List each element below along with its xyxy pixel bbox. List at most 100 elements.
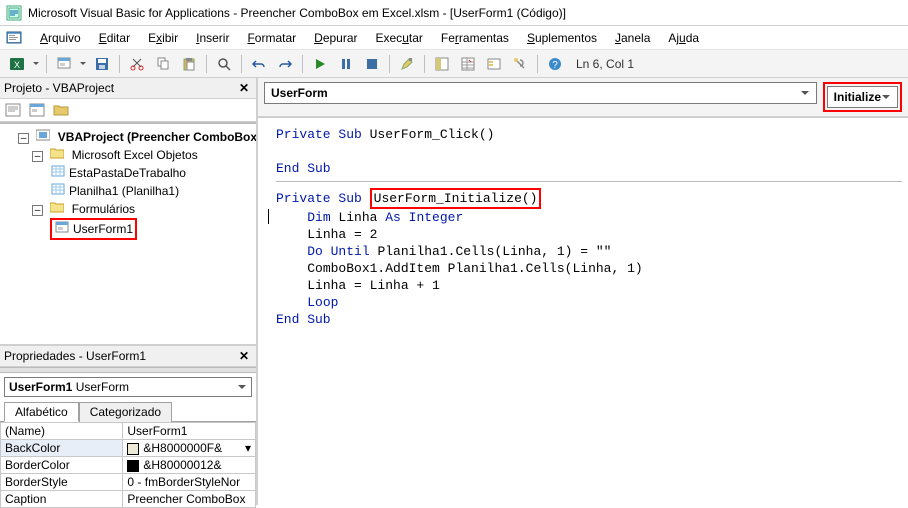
tree-collapse-icon[interactable]: –	[32, 151, 43, 162]
close-icon[interactable]: ✕	[236, 348, 252, 364]
properties-panel-title: Propriedades - UserForm1 ✕	[0, 346, 256, 367]
toolbar-separator	[537, 55, 538, 73]
main-toolbar: X ? Ln 6, Col 1	[0, 50, 908, 78]
menu-formatar[interactable]: Formatar	[239, 29, 304, 47]
folder-icon	[49, 200, 65, 214]
object-combo-value: UserForm	[271, 86, 328, 100]
prop-row: BorderColor&H80000012&	[1, 457, 256, 474]
tree-group-forms[interactable]: Formulários	[72, 202, 135, 216]
project-panel-title: Projeto - VBAProject ✕	[0, 78, 256, 99]
left-column: Projeto - VBAProject ✕ – VBAProject (Pre…	[0, 78, 258, 505]
title-bar: Microsoft Visual Basic for Applications …	[0, 0, 908, 26]
prop-key[interactable]: BorderColor	[1, 457, 123, 474]
design-mode-icon[interactable]	[396, 53, 418, 75]
menu-inserir[interactable]: Inserir	[188, 29, 237, 47]
cursor-position: Ln 6, Col 1	[576, 57, 634, 71]
properties-panel: Propriedades - UserForm1 ✕ UserForm1 Use…	[0, 344, 256, 508]
project-tree[interactable]: – VBAProject (Preencher ComboBox – Micro…	[0, 124, 256, 344]
menu-arquivo[interactable]: Arquivo	[32, 29, 89, 47]
help-icon[interactable]: ?	[544, 53, 566, 75]
toolbar-separator	[241, 55, 242, 73]
run-icon[interactable]	[309, 53, 331, 75]
menu-bar: Arquivo Editar Exibir Inserir Formatar D…	[0, 26, 908, 50]
close-icon[interactable]: ✕	[236, 80, 252, 96]
menu-ajuda[interactable]: Ajuda	[660, 29, 707, 47]
tree-item-sheet[interactable]: Planilha1 (Planilha1)	[69, 184, 179, 198]
userform-icon	[54, 220, 70, 234]
prop-value[interactable]: &H8000000F& ▾	[123, 440, 256, 457]
object-combo[interactable]: UserForm	[264, 82, 817, 104]
toolbar-separator	[302, 55, 303, 73]
prop-value[interactable]: &H80000012&	[123, 457, 256, 474]
reset-icon[interactable]	[361, 53, 383, 75]
window-title: Microsoft Visual Basic for Applications …	[28, 6, 566, 20]
view-object-icon[interactable]	[26, 99, 48, 121]
color-swatch	[127, 443, 139, 455]
toggle-folders-icon[interactable]	[50, 99, 72, 121]
properties-panel-label: Propriedades - UserForm1	[4, 349, 146, 363]
undo-icon[interactable]	[248, 53, 270, 75]
menu-janela[interactable]: Janela	[607, 29, 658, 47]
save-icon[interactable]	[91, 53, 113, 75]
tree-collapse-icon[interactable]: –	[18, 133, 29, 144]
highlight-box: UserForm1	[50, 218, 137, 240]
code-pane: UserForm Initialize Private Sub UserForm…	[258, 78, 908, 505]
tree-collapse-icon[interactable]: –	[32, 205, 43, 216]
menu-suplementos[interactable]: Suplementos	[519, 29, 605, 47]
view-code-icon[interactable]	[2, 99, 24, 121]
toolbar-separator	[424, 55, 425, 73]
chevron-down-icon	[881, 92, 891, 102]
properties-grid[interactable]: (Name)UserForm1 BackColor&H8000000F& ▾ B…	[0, 422, 256, 508]
vba-app-icon	[6, 5, 22, 21]
system-menu-icon[interactable]	[6, 30, 22, 46]
menu-depurar[interactable]: Depurar	[306, 29, 365, 47]
project-explorer-icon[interactable]	[431, 53, 453, 75]
properties-object-combo[interactable]: UserForm1 UserForm	[4, 377, 252, 397]
project-panel-label: Projeto - VBAProject	[4, 81, 114, 95]
tab-categorized[interactable]: Categorizado	[79, 402, 172, 422]
prop-row: BorderStyle0 - fmBorderStyleNor	[1, 474, 256, 491]
cut-icon[interactable]	[126, 53, 148, 75]
prop-key[interactable]: BorderStyle	[1, 474, 123, 491]
break-icon[interactable]	[335, 53, 357, 75]
dropdown-icon[interactable]	[79, 60, 87, 68]
insert-userform-icon[interactable]	[53, 53, 75, 75]
properties-icon[interactable]	[457, 53, 479, 75]
workspace: Projeto - VBAProject ✕ – VBAProject (Pre…	[0, 78, 908, 505]
tree-root-label[interactable]: VBAProject (Preencher ComboBox	[58, 130, 256, 144]
prop-key[interactable]: (Name)	[1, 423, 123, 440]
prop-key[interactable]: BackColor	[1, 440, 123, 457]
code-editor[interactable]: Private Sub UserForm_Click() End Sub Pri…	[258, 117, 908, 505]
dropdown-icon[interactable]	[32, 60, 40, 68]
toolbar-separator	[206, 55, 207, 73]
prop-value[interactable]: UserForm1	[123, 423, 256, 440]
chevron-down-icon[interactable]: ▾	[245, 441, 251, 455]
find-icon[interactable]	[213, 53, 235, 75]
tree-item-userform1[interactable]: UserForm1	[73, 222, 133, 236]
procedure-separator	[276, 181, 902, 182]
svg-text:?: ?	[552, 60, 558, 71]
view-excel-icon[interactable]: X	[6, 53, 28, 75]
menu-editar[interactable]: Editar	[91, 29, 138, 47]
tab-alphabetic[interactable]: Alfabético	[4, 402, 79, 422]
menu-exibir[interactable]: Exibir	[140, 29, 186, 47]
copy-icon[interactable]	[152, 53, 174, 75]
workbook-icon	[50, 164, 66, 178]
object-browser-icon[interactable]	[483, 53, 505, 75]
prop-row: BackColor&H8000000F& ▾	[1, 440, 256, 457]
procedure-combo[interactable]: Initialize	[827, 86, 898, 108]
menu-ferramentas[interactable]: Ferramentas	[433, 29, 517, 47]
tree-item-workbook[interactable]: EstaPastaDeTrabalho	[69, 166, 186, 180]
toolbox-icon[interactable]	[509, 53, 531, 75]
vbaproject-icon	[35, 128, 51, 142]
properties-object-select-row: UserForm1 UserForm	[0, 373, 256, 401]
chevron-down-icon	[800, 88, 810, 98]
properties-object-type: UserForm	[76, 380, 129, 394]
redo-icon[interactable]	[274, 53, 296, 75]
tree-group-excel-objects[interactable]: Microsoft Excel Objetos	[72, 148, 198, 162]
prop-value[interactable]: 0 - fmBorderStyleNor	[123, 474, 256, 491]
toolbar-separator	[119, 55, 120, 73]
menu-executar[interactable]: Executar	[368, 29, 431, 47]
worksheet-icon	[50, 182, 66, 196]
paste-icon[interactable]	[178, 53, 200, 75]
